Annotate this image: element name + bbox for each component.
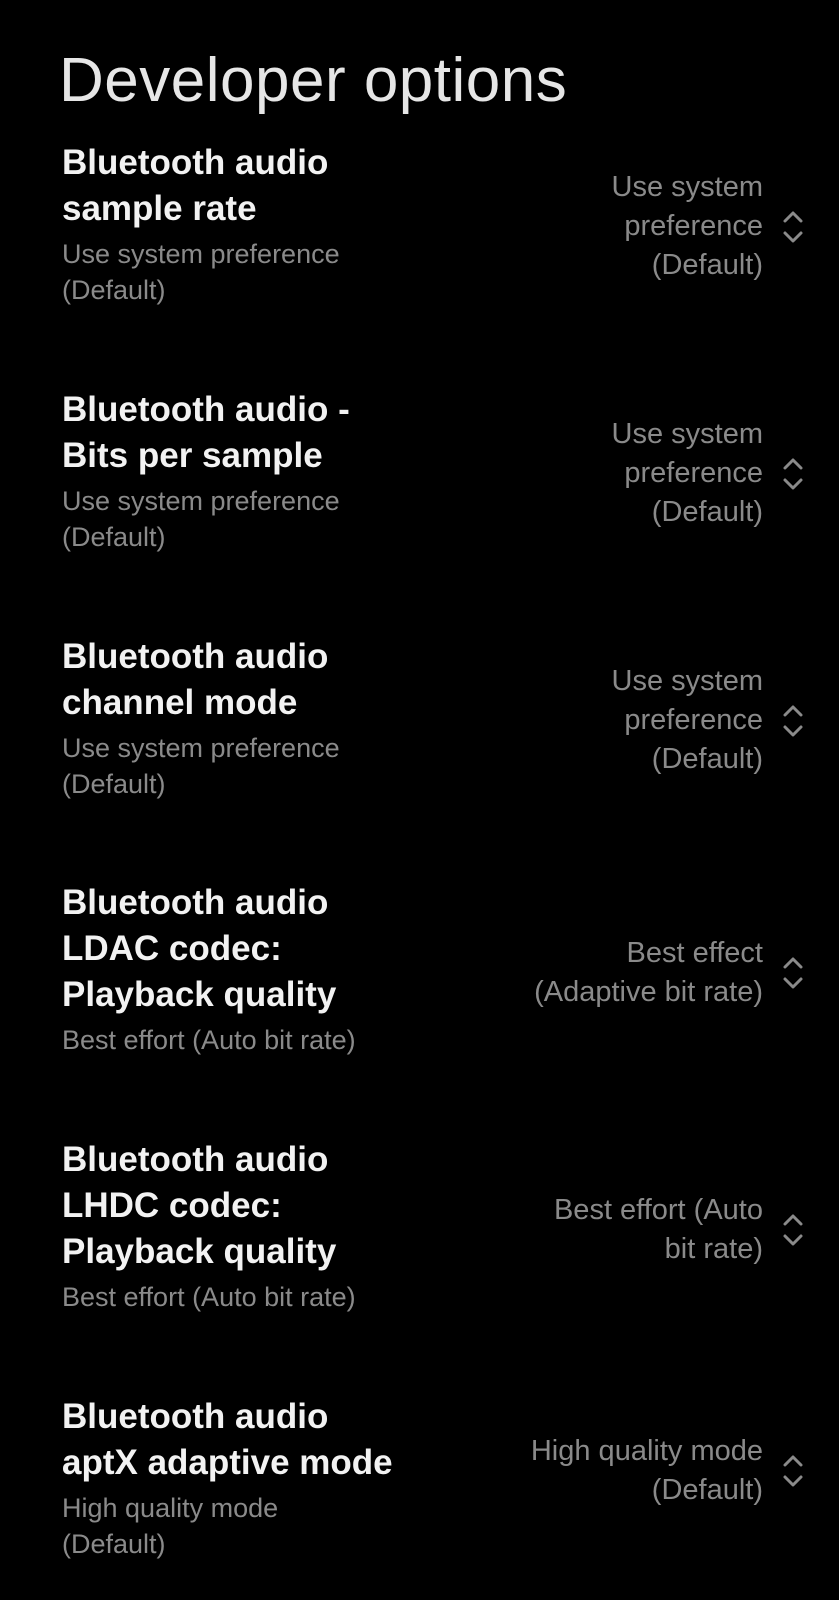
setting-title: Bluetooth audio LHDC codec: Playback qua… — [62, 1140, 337, 1271]
setting-value: Best effect (Adaptive bit rate) — [534, 937, 763, 1008]
setting-dropdown[interactable]: Best effect (Adaptive bit rate) — [534, 934, 807, 1012]
setting-row-channel-mode[interactable]: Bluetooth audio channel mode Use system … — [0, 634, 839, 834]
setting-value: Use system preference (Default) — [611, 418, 763, 528]
chevron-up-down-icon — [779, 454, 807, 494]
setting-summary: Best effort (Auto bit rate) — [62, 1025, 356, 1055]
setting-text: Bluetooth audio channel mode Use system … — [62, 634, 442, 802]
setting-value: Use system preference (Default) — [611, 665, 763, 775]
setting-dropdown[interactable]: Best effort (Auto bit rate) — [554, 1191, 807, 1269]
setting-value: Best effort (Auto bit rate) — [553, 1194, 763, 1265]
setting-text: Bluetooth audio aptX adaptive mode High … — [62, 1394, 462, 1562]
chevron-up-down-icon — [779, 953, 807, 993]
settings-list: Bluetooth audio sample rate Use system p… — [0, 0, 839, 1600]
chevron-up-down-icon — [779, 1210, 807, 1250]
setting-title: Bluetooth audio aptX adaptive mode — [62, 1397, 393, 1482]
setting-summary: Best effort (Auto bit rate) — [62, 1282, 356, 1312]
setting-dropdown[interactable]: Use system preference (Default) — [612, 662, 807, 779]
chevron-up-down-icon — [779, 701, 807, 741]
setting-summary: Use system preference (Default) — [62, 733, 340, 799]
setting-row-bits-per-sample[interactable]: Bluetooth audio - Bits per sample Use sy… — [0, 387, 839, 587]
setting-title: Bluetooth audio sample rate — [62, 143, 329, 228]
setting-title: Bluetooth audio channel mode — [62, 637, 329, 722]
chevron-up-down-icon — [779, 207, 807, 247]
setting-text: Bluetooth audio sample rate Use system p… — [62, 140, 442, 308]
chevron-up-down-icon — [779, 1451, 807, 1491]
setting-value: High quality mode (Default) — [530, 1435, 763, 1506]
setting-row-lhdc-quality[interactable]: Bluetooth audio LHDC codec: Playback qua… — [0, 1137, 839, 1357]
setting-row-sample-rate[interactable]: Bluetooth audio sample rate Use system p… — [0, 140, 839, 340]
setting-title: Bluetooth audio - Bits per sample — [62, 390, 350, 475]
setting-text: Bluetooth audio - Bits per sample Use sy… — [62, 387, 442, 555]
setting-row-aptx-adaptive-mode[interactable]: Bluetooth audio aptX adaptive mode High … — [0, 1394, 839, 1594]
setting-summary: High quality mode (Default) — [62, 1493, 279, 1559]
setting-dropdown[interactable]: High quality mode (Default) — [531, 1432, 807, 1510]
setting-dropdown[interactable]: Use system preference (Default) — [612, 168, 807, 285]
setting-value: Use system preference (Default) — [611, 171, 763, 281]
setting-text: Bluetooth audio LHDC codec: Playback qua… — [62, 1137, 442, 1315]
setting-summary: Use system preference (Default) — [62, 486, 340, 552]
setting-dropdown[interactable]: Use system preference (Default) — [612, 415, 807, 532]
setting-text: Bluetooth audio LDAC codec: Playback qua… — [62, 880, 442, 1058]
setting-summary: Use system preference (Default) — [62, 239, 340, 305]
setting-title: Bluetooth audio LDAC codec: Playback qua… — [62, 883, 337, 1014]
setting-row-ldac-quality[interactable]: Bluetooth audio LDAC codec: Playback qua… — [0, 880, 839, 1100]
